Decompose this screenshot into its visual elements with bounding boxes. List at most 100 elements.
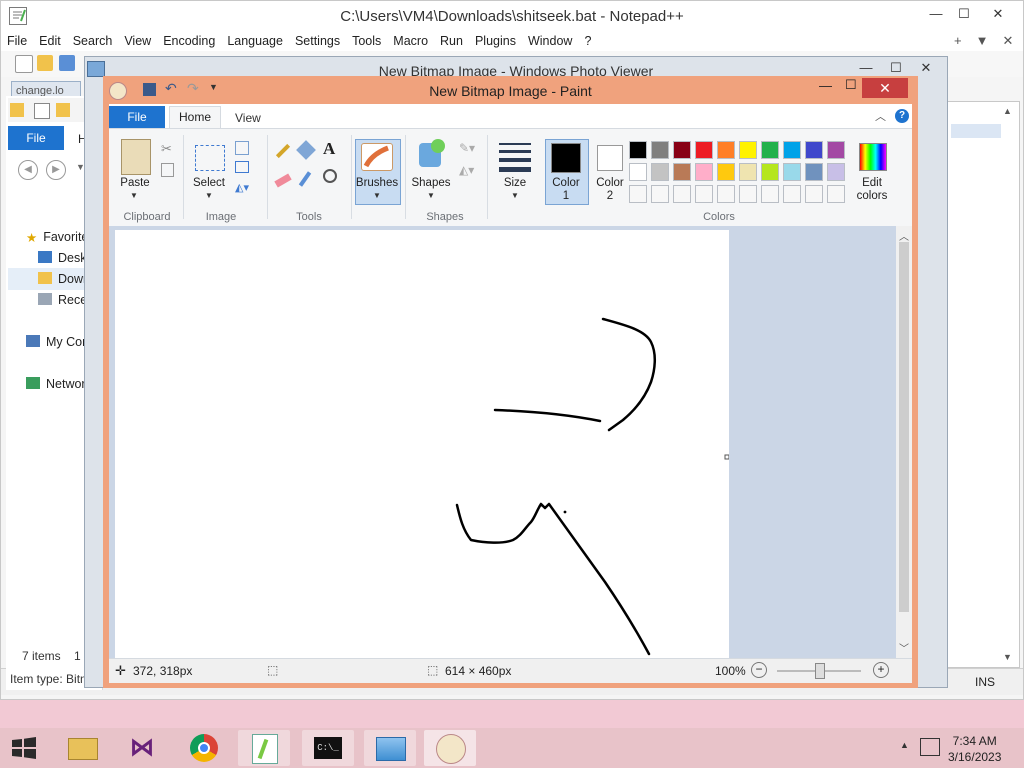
paint-minimize-button[interactable]: —: [819, 78, 832, 93]
menu-edit[interactable]: Edit: [33, 31, 67, 48]
menu-help[interactable]: ?: [578, 31, 597, 48]
custom-color-slot[interactable]: [629, 185, 647, 203]
magnifier-icon[interactable]: [323, 169, 337, 183]
palette-swatch[interactable]: [695, 163, 713, 181]
resize-icon[interactable]: [235, 161, 249, 173]
custom-color-slot[interactable]: [717, 185, 735, 203]
new-file-icon[interactable]: [15, 55, 33, 73]
save-icon[interactable]: [59, 55, 75, 71]
palette-swatch[interactable]: [717, 163, 735, 181]
paint-maximize-button[interactable]: ☐: [845, 77, 857, 93]
tab-list-button[interactable]: ▼: [969, 31, 996, 50]
menu-plugins[interactable]: Plugins: [469, 31, 522, 48]
palette-swatch[interactable]: [783, 141, 801, 159]
taskbar-explorer[interactable]: [56, 730, 108, 766]
paint-titlebar[interactable]: ↶ ↷ ▼ New Bitmap Image - Paint — ☐ ✕: [103, 76, 918, 104]
drawing-canvas[interactable]: [115, 230, 730, 658]
paste-icon[interactable]: [121, 139, 151, 175]
palette-swatch[interactable]: [805, 141, 823, 159]
custom-color-slot[interactable]: [695, 185, 713, 203]
select-icon[interactable]: [195, 145, 225, 171]
eraser-icon[interactable]: [274, 173, 292, 188]
menu-settings[interactable]: Settings: [289, 31, 346, 48]
tab-home[interactable]: Home: [169, 106, 221, 129]
menu-macro[interactable]: Macro: [387, 31, 434, 48]
vertical-scrollbar[interactable]: ︿ ﹀: [896, 226, 912, 658]
taskbar-photo-viewer[interactable]: [364, 730, 416, 766]
palette-swatch[interactable]: [673, 163, 691, 181]
edit-colors-icon[interactable]: [859, 143, 887, 171]
size-dropdown-icon[interactable]: ▼: [511, 191, 519, 200]
custom-color-slot[interactable]: [783, 185, 801, 203]
properties-icon[interactable]: [34, 103, 50, 119]
edit-colors-button[interactable]: Edit colors: [847, 177, 897, 203]
palette-swatch[interactable]: [651, 141, 669, 159]
pencil-icon[interactable]: [275, 143, 291, 159]
palette-swatch[interactable]: [629, 163, 647, 181]
shapes-button[interactable]: Shapes: [409, 177, 453, 189]
network-tray-icon[interactable]: [920, 738, 940, 756]
close-button[interactable]: ✕: [983, 3, 1013, 25]
collapse-ribbon-icon[interactable]: ︿: [875, 108, 886, 124]
taskbar-paint[interactable]: [424, 730, 476, 766]
fill-shape-icon[interactable]: ◭▾: [459, 163, 474, 177]
taskbar-visual-studio[interactable]: ⋈: [116, 730, 168, 766]
palette-swatch[interactable]: [739, 141, 757, 159]
menu-language[interactable]: Language: [221, 31, 289, 48]
tab-view[interactable]: View: [229, 108, 267, 128]
outline-icon[interactable]: ✎▾: [459, 141, 475, 155]
help-icon[interactable]: ?: [895, 109, 909, 123]
zoom-slider-thumb[interactable]: [815, 663, 825, 679]
rotate-icon[interactable]: ◭▾: [235, 181, 249, 194]
select-dropdown-icon[interactable]: ▼: [205, 191, 213, 200]
menu-window[interactable]: Window: [522, 31, 578, 48]
taskbar-cmd[interactable]: C:\_: [302, 730, 354, 766]
menu-encoding[interactable]: Encoding: [157, 31, 221, 48]
menu-search[interactable]: Search: [67, 31, 119, 48]
custom-color-slot[interactable]: [761, 185, 779, 203]
color2-swatch[interactable]: [597, 145, 623, 171]
crop-icon[interactable]: [235, 141, 249, 155]
shapes-dropdown-icon[interactable]: ▼: [427, 191, 435, 200]
explorer-file-tab[interactable]: File: [8, 126, 64, 150]
forward-icon[interactable]: ▶: [46, 160, 66, 180]
scrollbar-thumb[interactable]: [899, 242, 909, 612]
notepadpp-titlebar[interactable]: C:\Users\VM4\Downloads\shitseek.bat - No…: [1, 1, 1023, 31]
palette-swatch[interactable]: [827, 141, 845, 159]
cut-icon[interactable]: ✂: [161, 141, 172, 157]
zoom-in-button[interactable]: +: [873, 662, 889, 678]
nav-network[interactable]: Network: [26, 377, 92, 391]
paste-button[interactable]: Paste: [115, 177, 155, 189]
system-clock[interactable]: 7:34 AM 3/16/2023: [948, 733, 1001, 765]
custom-color-slot[interactable]: [827, 185, 845, 203]
maximize-button[interactable]: ☐: [949, 3, 979, 25]
menu-file[interactable]: File: [1, 31, 33, 48]
palette-swatch[interactable]: [695, 141, 713, 159]
close-tab-button[interactable]: ✕: [995, 31, 1020, 51]
palette-swatch[interactable]: [805, 163, 823, 181]
palette-swatch[interactable]: [739, 163, 757, 181]
menu-run[interactable]: Run: [434, 31, 469, 48]
back-icon[interactable]: ◀: [18, 160, 38, 180]
palette-swatch[interactable]: [651, 163, 669, 181]
palette-swatch[interactable]: [761, 163, 779, 181]
palette-swatch[interactable]: [827, 163, 845, 181]
scroll-down-icon[interactable]: ﹀: [899, 640, 909, 655]
copy-icon[interactable]: [161, 163, 174, 177]
custom-color-slot[interactable]: [673, 185, 691, 203]
tab-file[interactable]: File: [109, 106, 165, 128]
palette-swatch[interactable]: [783, 163, 801, 181]
menu-tools[interactable]: Tools: [346, 31, 387, 48]
palette-swatch[interactable]: [629, 141, 647, 159]
custom-color-slot[interactable]: [805, 185, 823, 203]
start-button[interactable]: [10, 736, 38, 760]
new-tab-button[interactable]: +: [947, 31, 969, 50]
paint-close-button[interactable]: ✕: [862, 78, 908, 98]
minimize-button[interactable]: —: [921, 3, 951, 25]
zoom-out-button[interactable]: −: [751, 662, 767, 678]
taskbar-notepadpp[interactable]: [238, 730, 290, 766]
scroll-down-arrow[interactable]: ▼: [1003, 652, 1012, 662]
show-hidden-icons[interactable]: ▲: [900, 740, 909, 750]
new-folder-icon[interactable]: [56, 103, 70, 117]
select-button[interactable]: Select: [189, 177, 229, 189]
